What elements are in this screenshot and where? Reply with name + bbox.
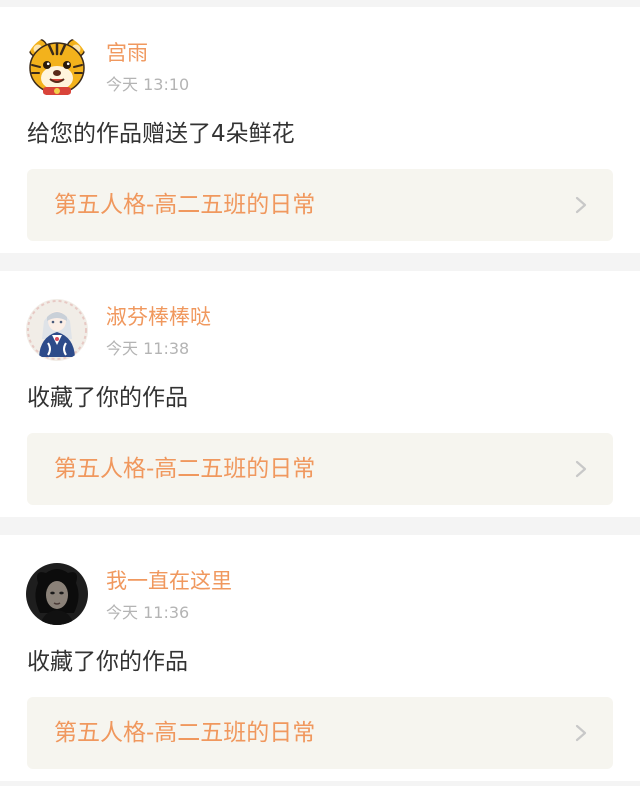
work-link-card[interactable]: 第五人格-高二五班的日常 xyxy=(27,433,613,505)
anime-girl-avatar-icon[interactable] xyxy=(26,299,88,361)
timestamp: 今天 11:36 xyxy=(106,603,190,622)
work-link-card[interactable]: 第五人格-高二五班的日常 xyxy=(27,697,613,769)
username[interactable]: 宫雨 xyxy=(106,40,148,66)
notification-feed: 宫雨 今天 13:10 给您的作品赠送了4朵鲜花 第五人格-高二五班的日常 淑芬… xyxy=(0,0,640,786)
dark-portrait-avatar-icon[interactable] xyxy=(26,563,88,625)
notification-card: 淑芬棒棒哒 今天 11:38 收藏了你的作品 第五人格-高二五班的日常 xyxy=(0,271,640,517)
timestamp: 今天 11:38 xyxy=(106,339,190,358)
work-link-card[interactable]: 第五人格-高二五班的日常 xyxy=(27,169,613,241)
work-title: 第五人格-高二五班的日常 xyxy=(54,720,316,746)
notification-message: 收藏了你的作品 xyxy=(27,385,188,411)
work-title: 第五人格-高二五班的日常 xyxy=(54,192,316,218)
timestamp: 今天 13:10 xyxy=(106,75,190,94)
chevron-right-icon xyxy=(575,724,587,742)
work-title: 第五人格-高二五班的日常 xyxy=(54,456,316,482)
tiger-avatar-icon[interactable] xyxy=(26,35,88,97)
notification-card: 宫雨 今天 13:10 给您的作品赠送了4朵鲜花 第五人格-高二五班的日常 xyxy=(0,7,640,253)
username[interactable]: 淑芬棒棒哒 xyxy=(106,304,211,330)
chevron-right-icon xyxy=(575,460,587,478)
username[interactable]: 我一直在这里 xyxy=(106,568,232,594)
chevron-right-icon xyxy=(575,196,587,214)
notification-message: 给您的作品赠送了4朵鲜花 xyxy=(27,121,295,147)
notification-message: 收藏了你的作品 xyxy=(27,649,188,675)
notification-card: 我一直在这里 今天 11:36 收藏了你的作品 第五人格-高二五班的日常 xyxy=(0,535,640,781)
